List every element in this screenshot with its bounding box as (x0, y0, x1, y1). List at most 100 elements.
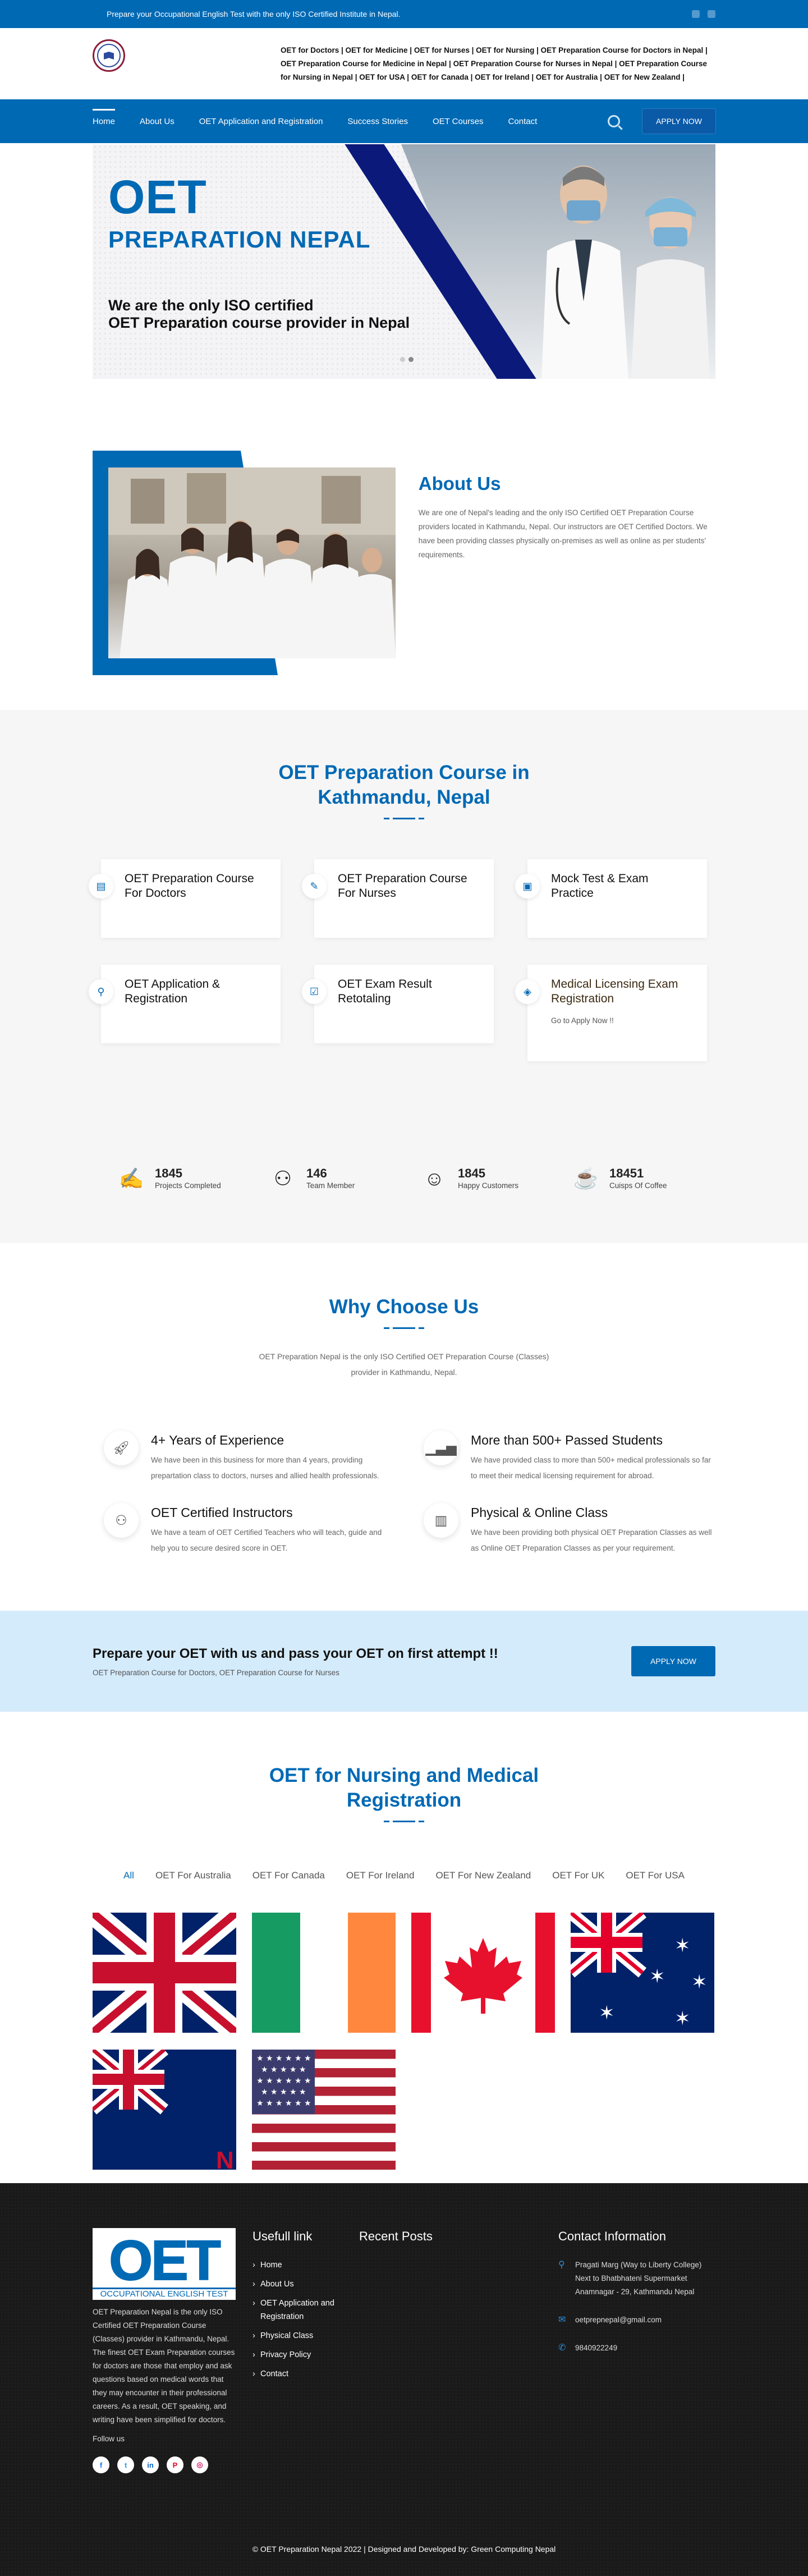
apply-now-link[interactable]: Go to Apply Now !! (551, 1016, 691, 1025)
envelope-icon: ✉ (558, 2315, 566, 2325)
filter-canada[interactable]: OET For Canada (252, 1870, 325, 1881)
filter-usa[interactable]: OET For USA (626, 1870, 685, 1881)
stat-value: 1845 (155, 1166, 182, 1180)
new-zealand-flag[interactable]: N (93, 2050, 236, 2170)
svg-text:✶: ✶ (599, 2002, 615, 2024)
filter-new-zealand[interactable]: OET For New Zealand (435, 1870, 531, 1881)
linkedin-icon[interactable]: in (142, 2456, 159, 2473)
stat-customers: ☺ 1845 Happy Customers (421, 1165, 556, 1192)
email-text[interactable]: oetprepnepal@gmail.com (575, 2313, 662, 2327)
why-item-text: We have been providing both physical OET… (471, 1528, 712, 1552)
why-item-title: 4+ Years of Experience (151, 1433, 284, 1447)
svg-text:★ ★ ★ ★ ★ ★: ★ ★ ★ ★ ★ ★ (256, 2077, 311, 2085)
ireland-flag[interactable] (252, 1913, 396, 2033)
contact-phone[interactable]: ✆ 9840922249 (558, 2341, 715, 2355)
topbar-text: Prepare your Occupational English Test w… (107, 10, 401, 19)
why-item-experience: 🚀︎ 4+ Years of Experience We have been in… (104, 1431, 396, 1484)
course-card-nurses[interactable]: ✎ OET Preparation Course For Nurses (302, 859, 494, 938)
course-card-title: OET Preparation Course For Nurses (338, 872, 467, 900)
footer-link-about[interactable]: About Us (252, 2277, 359, 2291)
slider-dots[interactable] (400, 357, 414, 362)
course-card-title: Mock Test & Exam Practice (551, 872, 649, 900)
address-text: Pragati Marg (Way to Liberty College) Ne… (575, 2261, 702, 2296)
nav-item-courses[interactable]: OET Courses (433, 117, 484, 126)
site-header: OET for Doctors | OET for Medicine | OET… (0, 28, 808, 99)
phone-text[interactable]: 9840922249 (575, 2341, 617, 2355)
filter-ireland[interactable]: OET For Ireland (346, 1870, 415, 1881)
why-item-text: We have provided class to more than 500+… (471, 1456, 711, 1480)
footer-logo[interactable]: OET OCCUPATIONAL ENGLISH TEST (93, 2228, 236, 2300)
stat-label: Happy Customers (458, 1181, 519, 1190)
location-icon: ⚲ (558, 2260, 565, 2270)
svg-text:★ ★ ★ ★ ★ ★: ★ ★ ★ ★ ★ ★ (256, 2099, 311, 2108)
nav-item-about[interactable]: About Us (140, 117, 175, 126)
footer-link-physical-class[interactable]: Physical Class (252, 2329, 359, 2343)
license-icon: ◈ (515, 979, 540, 1004)
header-keyword-links[interactable]: OET for Doctors | OET for Medicine | OET… (281, 44, 715, 84)
facebook-icon[interactable] (692, 10, 700, 18)
title-separator (384, 1327, 424, 1330)
course-card-mock-test[interactable]: ▣ Mock Test & Exam Practice (515, 859, 707, 938)
footer-link-contact[interactable]: Contact (252, 2367, 359, 2381)
facebook-icon[interactable]: f (93, 2456, 109, 2473)
site-logo[interactable] (93, 39, 125, 72)
cta-subtitle: OET Preparation Course for Doctors, OET … (93, 1668, 339, 1677)
nav-item-application[interactable]: OET Application and Registration (199, 117, 323, 126)
team-icon: ⚇ (273, 1167, 292, 1190)
about-text: We are one of Nepal's leading and the on… (418, 508, 708, 559)
course-card-licensing[interactable]: ◈ Medical Licensing Exam Registration Go… (515, 965, 707, 1061)
filter-all[interactable]: All (123, 1870, 134, 1881)
apply-now-button[interactable]: APPLY NOW (642, 109, 715, 134)
usa-flag[interactable]: ★ ★ ★ ★ ★ ★ ★ ★ ★ ★ ★ ★ ★ ★ ★ ★ ★ ★ ★ ★ ★ … (252, 2050, 396, 2170)
svg-text:✶: ✶ (674, 1935, 691, 1957)
course-card-application[interactable]: ⚲ OET Application & Registration (89, 965, 281, 1043)
class-icon: ▥ (424, 1503, 458, 1538)
uk-flag[interactable] (93, 1913, 236, 2033)
svg-text:✶: ✶ (674, 2007, 691, 2030)
svg-text:✶: ✶ (649, 1965, 665, 1988)
why-title: Why Choose Us (329, 1296, 479, 1318)
stat-label: Team Member (306, 1181, 355, 1190)
nav-item-home[interactable]: Home (93, 108, 116, 126)
result-icon: ☑ (302, 979, 327, 1004)
footer-about-text: OET Preparation Nepal is the only ISO Ce… (93, 2308, 235, 2424)
instagram-icon[interactable] (708, 10, 715, 18)
twitter-icon[interactable]: t (117, 2456, 134, 2473)
stat-team: ⚇ 146 Team Member (269, 1165, 404, 1192)
why-item-students: ▁▃▅ More than 500+ Passed Students We hav… (424, 1431, 715, 1484)
footer-link-application[interactable]: OET Application and Registration (252, 2297, 359, 2323)
course-card-title: OET Exam Result Retotaling (338, 978, 432, 1005)
cta-apply-button[interactable]: APPLY NOW (631, 1646, 715, 1676)
useful-links-title: Usefull link (252, 2229, 313, 2243)
svg-text:★ ★ ★ ★ ★ ★: ★ ★ ★ ★ ★ ★ (256, 2054, 311, 2063)
customer-icon: ☺ (424, 1167, 445, 1190)
nav-item-contact[interactable]: Contact (508, 117, 538, 126)
topbar-social (692, 10, 715, 18)
course-title: OET Preparation Course in Kathmandu, Nep… (278, 762, 530, 808)
pinterest-icon[interactable]: P (167, 2456, 183, 2473)
nav-item-success-stories[interactable]: Success Stories (347, 117, 408, 126)
why-intro: OET Preparation Nepal is the only ISO Ce… (259, 1352, 549, 1377)
stat-label: Cuisps Of Coffee (609, 1181, 667, 1190)
contact-email[interactable]: ✉ oetprepnepal@gmail.com (558, 2313, 715, 2327)
footer-logo-text: OET (108, 2229, 222, 2292)
cta-banner: Prepare your OET with us and pass your O… (0, 1611, 808, 1712)
course-card-title: OET Application & Registration (125, 978, 221, 1005)
coffee-icon: ☕ (573, 1167, 599, 1190)
svg-text:✶: ✶ (691, 1971, 708, 1993)
svg-text:N: N (216, 2147, 234, 2170)
filter-australia[interactable]: OET For Australia (155, 1870, 231, 1881)
footer-socials: f t in P ◎ (93, 2456, 252, 2473)
footer-link-home[interactable]: Home (252, 2258, 359, 2272)
footer-link-privacy[interactable]: Privacy Policy (252, 2348, 359, 2362)
canada-flag[interactable] (411, 1913, 555, 2033)
course-card-title: Medical Licensing Exam Registration (551, 978, 678, 1005)
course-card-doctors[interactable]: ▤ OET Preparation Course For Doctors (89, 859, 281, 938)
stat-value: 1845 (458, 1166, 485, 1180)
footer-logo-subtitle: OCCUPATIONAL ENGLISH TEST (93, 2288, 236, 2299)
search-icon[interactable] (608, 115, 621, 127)
filter-uk[interactable]: OET For UK (552, 1870, 604, 1881)
instagram-icon[interactable]: ◎ (191, 2456, 208, 2473)
course-card-retotaling[interactable]: ☑ OET Exam Result Retotaling (302, 965, 494, 1043)
australia-flag[interactable]: ✶✶✶ ✶✶ (571, 1913, 714, 2033)
